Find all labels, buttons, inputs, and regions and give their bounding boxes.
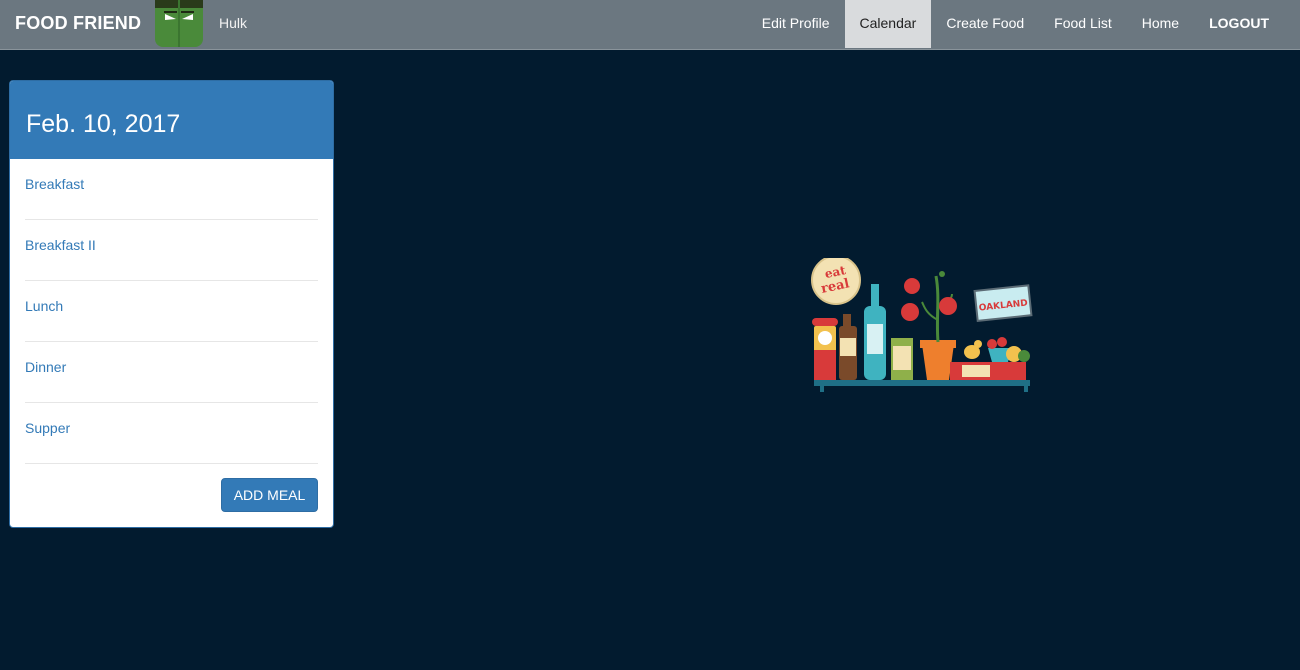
- brand-link[interactable]: FOOD FRIEND: [15, 13, 141, 33]
- eat-real-illustration: eat real OAKLAND: [806, 255, 1042, 400]
- list-item: Breakfast II: [25, 220, 318, 281]
- meal-link-lunch[interactable]: Lunch: [25, 298, 63, 314]
- meal-calendar-panel: Feb. 10, 2017 Breakfast Breakfast II Lun…: [9, 80, 334, 528]
- list-item: Breakfast: [25, 159, 318, 220]
- meal-list: Breakfast Breakfast II Lunch Dinner Supp…: [10, 159, 333, 464]
- nav-home[interactable]: Home: [1127, 0, 1194, 48]
- meal-link-dinner[interactable]: Dinner: [25, 359, 66, 375]
- list-item: Dinner: [25, 342, 318, 403]
- meal-link-breakfast[interactable]: Breakfast: [25, 176, 84, 192]
- list-item: Supper: [25, 403, 318, 464]
- meal-link-breakfast-ii[interactable]: Breakfast II: [25, 237, 96, 253]
- username[interactable]: Hulk: [219, 15, 247, 31]
- navbar: FOOD FRIEND Hulk Edit Profile Calendar C…: [0, 0, 1300, 50]
- nav-links: Edit Profile Calendar Create Food Food L…: [747, 0, 1300, 48]
- nav-logout[interactable]: LOGOUT: [1194, 0, 1300, 48]
- list-item: Lunch: [25, 281, 318, 342]
- nav-food-list[interactable]: Food List: [1039, 0, 1127, 48]
- nav-edit-profile[interactable]: Edit Profile: [747, 0, 845, 48]
- add-meal-button[interactable]: ADD MEAL: [221, 478, 318, 512]
- calendar-date-heading: Feb. 10, 2017: [10, 81, 333, 159]
- hulk-avatar-icon[interactable]: [155, 0, 203, 47]
- nav-create-food[interactable]: Create Food: [931, 0, 1039, 48]
- nav-calendar[interactable]: Calendar: [844, 0, 932, 48]
- meal-link-supper[interactable]: Supper: [25, 420, 70, 436]
